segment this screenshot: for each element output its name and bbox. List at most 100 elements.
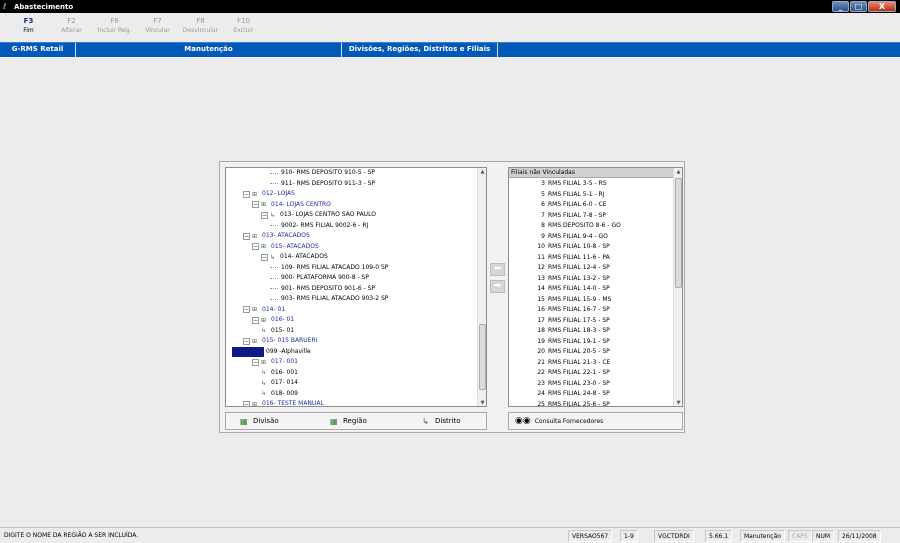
tree-node-label: 013- ATACADOS [262,232,310,239]
unlinked-list-header: Filiais não Vinculadas [509,168,673,178]
tree-node[interactable]: ↳ 017- 014 [261,378,298,389]
list-item[interactable]: 3 RMS FILIAL 3-5 - RS [509,179,673,190]
list-item[interactable]: 24 RMS FILIAL 24-8 - SP [509,389,673,400]
consult-suppliers-button[interactable]: ◉◉ Consulta Fornecedores [508,412,683,430]
district-button[interactable]: ↳ Distrito [422,417,461,426]
store-name: RMS FILIAL 25-6 - SP [548,400,610,407]
tree-node[interactable]: − ⊞ 014- 01 [243,305,285,316]
move-right-arrow-icon[interactable]: ➡ [490,280,505,293]
list-item[interactable]: 13 RMS FILIAL 13-2 - SP [509,274,673,285]
list-item[interactable]: 12 RMS FILIAL 12-4 - SP [509,263,673,274]
collapse-icon[interactable]: − [252,243,259,251]
store-number: 13 [537,274,545,282]
f10-excluir-button[interactable]: F10 Excluir [222,13,265,42]
tree-node[interactable]: − ⊞ 014- LOJAS CENTRO [252,200,331,211]
list-item[interactable]: 18 RMS FILIAL 18-3 - SP [509,326,673,337]
collapse-icon[interactable]: − [252,201,259,209]
tree-node[interactable]: − ⊞ 016- 01 [252,315,294,326]
tree-node[interactable]: − ⊞ 013- ATACADOS [243,231,310,242]
tree-node[interactable]: − ⊞ 015- ATACADOS [252,242,319,253]
list-scroll-thumb[interactable] [675,178,682,288]
list-item[interactable]: 10 RMS FILIAL 10-8 - SP [509,242,673,253]
tree-node[interactable]: 910- RMS DEPOSITO 910-5 - SP [270,168,375,179]
maximize-button[interactable]: □ [850,1,867,12]
list-item[interactable]: 15 RMS FILIAL 15-9 - MS [509,295,673,306]
collapse-icon[interactable]: − [243,306,250,314]
close-button[interactable]: X [868,1,896,12]
tree-node[interactable]: − ⊞ 017- 001 [252,357,298,368]
list-item[interactable]: 7 RMS FILIAL 7-8 - SP [509,211,673,222]
tree-node[interactable]: ↳ 016- 001 [261,368,298,379]
store-name: RMS FILIAL 6-0 - CE [548,201,607,208]
collapse-icon[interactable]: − [261,253,268,261]
collapse-icon[interactable]: − [243,400,250,406]
tree-list: 910- RMS DEPOSITO 910-5 - SP 911- RMS DEP… [226,168,478,406]
list-item[interactable]: 19 RMS FILIAL 19-1 - SP [509,337,673,348]
district-node-icon: ↳ [270,253,276,261]
scroll-down-arrow-icon[interactable]: ▼ [478,399,486,406]
list-item[interactable]: 22 RMS FILIAL 22-1 - SP [509,368,673,379]
tree-node[interactable]: 109- RMS FILIAL ATACADO 109-0 SP [270,263,388,274]
tree-node[interactable]: − ⊞ 012- LOJAS [243,189,295,200]
minimize-button[interactable]: _ [832,1,849,12]
region-node-icon: ⊞ [261,243,267,251]
collapse-icon[interactable]: − [252,358,259,366]
tree-node[interactable]: 900- PLATAFORMA 900-8 - SP [270,273,369,284]
status-range: 1-9 [620,530,638,542]
tree-node[interactable]: 911- RMS DEPOSITO 911-3 - SP [270,179,375,190]
tree-node[interactable]: − ↳ 013- LOJAS CENTRO SAO PAULO [261,210,376,221]
hierarchy-tree[interactable]: 910- RMS DEPOSITO 910-5 - SP 911- RMS DEP… [225,167,487,407]
region-node-icon: ⊞ [252,190,258,198]
store-name: RMS DEPOSITO 8-6 - GO [548,222,621,229]
list-item[interactable]: 20 RMS FILIAL 20-5 - SP [509,347,673,358]
list-scroll-up-arrow-icon[interactable]: ▲ [674,168,682,177]
scroll-up-arrow-icon[interactable]: ▲ [478,168,486,177]
collapse-icon[interactable]: − [252,316,259,324]
store-name: RMS FILIAL 5-1 - RJ [548,190,605,198]
list-item[interactable]: 6 RMS FILIAL 6-0 - CE [509,200,673,211]
list-item[interactable]: 25 RMS FILIAL 25-6 - SP [509,400,673,407]
tree-node[interactable]: ↳ 015- 01 [261,326,294,337]
list-item[interactable]: 11 RMS FILIAL 11-6 - PA [509,253,673,264]
collapse-icon[interactable]: − [243,190,250,198]
collapse-icon[interactable]: − [261,211,268,219]
list-scrollbar[interactable]: ▲ ▼ [673,168,682,406]
f7-vincular-button[interactable]: F7 Vincular [136,13,179,42]
list-item[interactable]: 8 RMS DEPOSITO 8-6 - GO [509,221,673,232]
list-item[interactable]: 17 RMS FILIAL 17-5 - SP [509,316,673,327]
f3-fim-button[interactable]: F3 Fim [7,13,50,42]
region-button[interactable]: ▦ Região [330,417,422,426]
division-button[interactable]: ▦ Divisão [240,417,330,426]
status-bar: DIGITE O NOME DA REGIÃO A SER INCLUÍDA. … [0,527,900,543]
tree-node[interactable]: − ↳ 014- ATACADOS [261,252,328,263]
scroll-thumb[interactable] [479,324,486,390]
tree-node[interactable]: − ⊞ 015- 015 BARUERI [243,336,317,347]
list-item[interactable]: 21 RMS FILIAL 21-3 - CE [509,358,673,369]
tree-node[interactable]: 099 -Alphaville [232,346,311,358]
store-name: RMS FILIAL 7-8 - SP [548,211,606,219]
tree-node[interactable]: 901- RMS DEPOSITO 901-6 - SP [270,284,375,295]
collapse-icon[interactable]: − [243,232,250,240]
list-item[interactable]: 14 RMS FILIAL 14-0 - SP [509,284,673,295]
tree-node[interactable]: 9002- RMS FILIAL 9002-6 - RJ [270,221,368,232]
unlinked-stores-list[interactable]: Filiais não Vinculadas 3 RMS FILIAL 3-5 -… [508,167,683,407]
move-left-arrow-icon[interactable]: ⬅ [490,263,505,276]
selection-highlight [232,346,264,357]
store-name: RMS FILIAL 11-6 - PA [548,253,610,261]
collapse-icon[interactable]: − [243,337,250,345]
tree-node[interactable]: ↳ 018- 009 [261,389,298,400]
f2-alterar-button[interactable]: F2 Alterar [50,13,93,42]
f8-desvincular-button[interactable]: F8 Desvincular [179,13,222,42]
list-item[interactable]: 23 RMS FILIAL 23-0 - SP [509,379,673,390]
status-version: VERSAO567 [568,530,613,542]
f10-key: F10 [237,17,250,25]
list-item[interactable]: 16 RMS FILIAL 16-7 - SP [509,305,673,316]
f6-incluir-button[interactable]: F6 Incluir Reg. [93,13,136,42]
list-item[interactable]: 5 RMS FILIAL 5-1 - RJ [509,190,673,201]
tree-node-label: 014- 01 [262,305,286,313]
tree-node[interactable]: 903- RMS FILIAL ATACADO 903-2 SP [270,294,388,305]
list-scroll-down-arrow-icon[interactable]: ▼ [674,399,682,406]
tree-scrollbar[interactable]: ▲ ▼ [477,168,486,406]
list-item[interactable]: 9 RMS FILIAL 9-4 - GO [509,232,673,243]
tree-node[interactable]: − ⊞ 016- TESTE MANUAL [243,399,324,406]
